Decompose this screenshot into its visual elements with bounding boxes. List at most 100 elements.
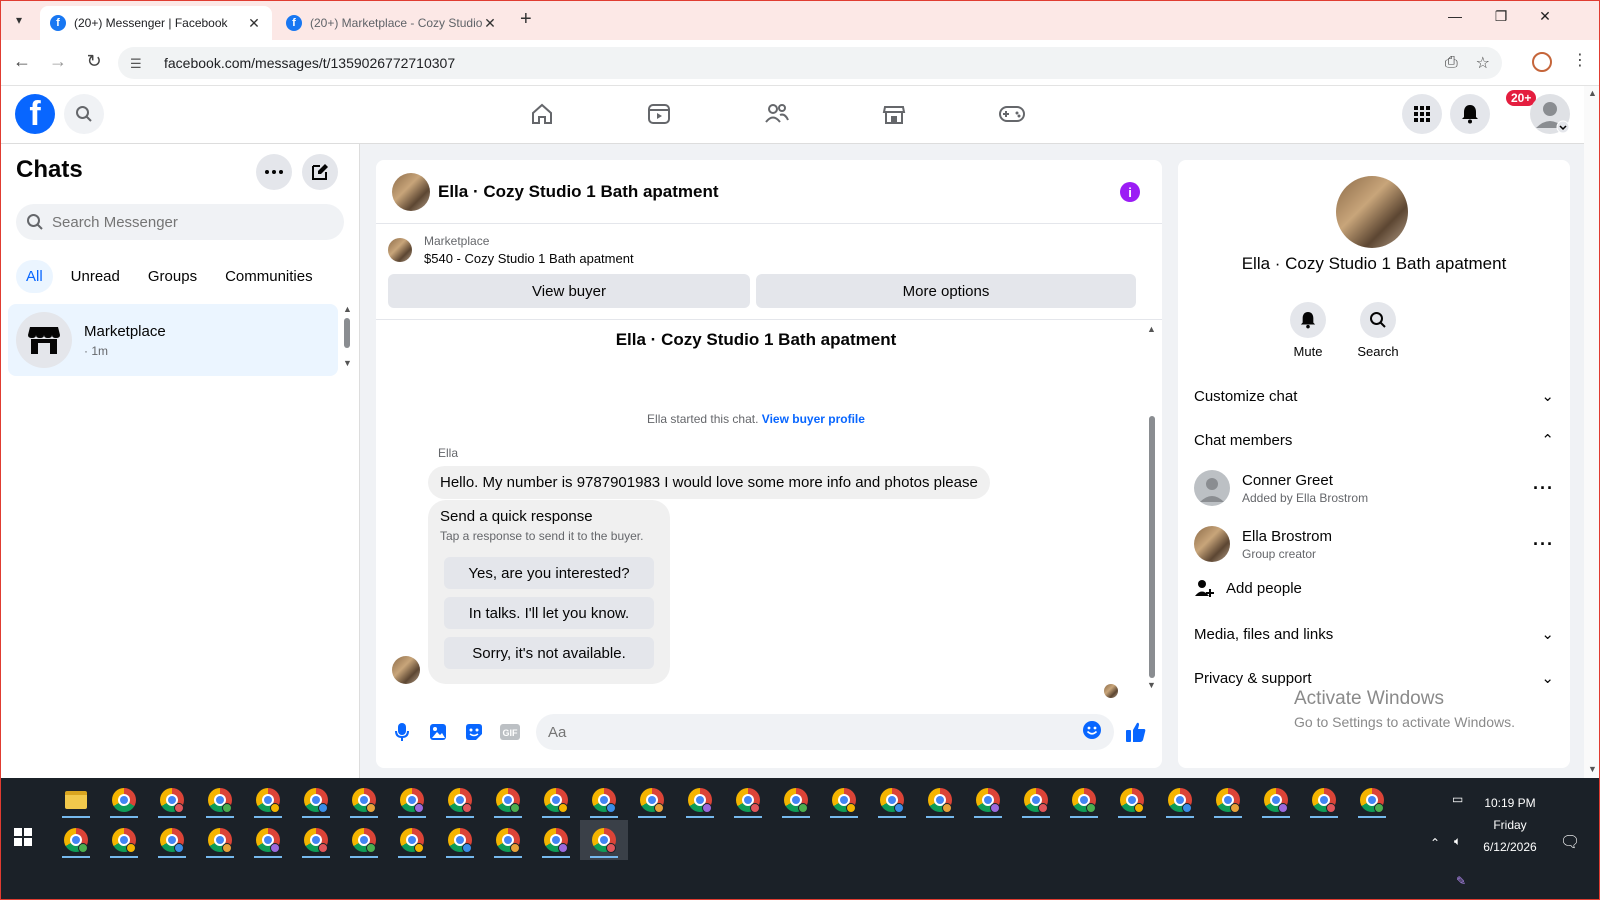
sticker-icon[interactable]: [460, 718, 488, 746]
chrome-profile-icon[interactable]: [436, 820, 484, 860]
reload-icon[interactable]: ↻: [82, 51, 106, 72]
chrome-profile-icon[interactable]: [1204, 780, 1252, 820]
details-avatar[interactable]: [1336, 176, 1408, 248]
chrome-profile-icon[interactable]: [724, 780, 772, 820]
filter-communities[interactable]: Communities: [215, 260, 323, 293]
chrome-profile-icon[interactable]: [1060, 780, 1108, 820]
scroll-down-icon[interactable]: ▼: [1147, 680, 1156, 690]
chrome-profile-icon[interactable]: [100, 820, 148, 860]
marketplace-icon[interactable]: [878, 98, 910, 130]
more-options-button[interactable]: More options: [756, 274, 1136, 308]
microphone-icon[interactable]: [388, 718, 416, 746]
notifications-bell-icon[interactable]: [1450, 94, 1490, 134]
chrome-profile-icon[interactable]: [628, 780, 676, 820]
chat-title[interactable]: Ella · Cozy Studio 1 Bath apatment: [438, 182, 719, 202]
scroll-up-icon[interactable]: ▲: [343, 304, 352, 314]
media-files-section[interactable]: Media, files and links ⌄: [1194, 616, 1554, 652]
taskbar-clock[interactable]: 10:19 PM Friday 6/12/2026: [1470, 792, 1550, 858]
chrome-profile-icon[interactable]: [148, 780, 196, 820]
chrome-profile-icon[interactable]: [148, 820, 196, 860]
minimize-icon[interactable]: —: [1440, 8, 1470, 24]
chrome-profile-icon[interactable]: [484, 820, 532, 860]
thumbs-up-icon[interactable]: [1122, 718, 1150, 746]
url-text[interactable]: facebook.com/messages/t/1359026772710307: [164, 55, 1427, 71]
conversation-info-icon[interactable]: i: [1120, 182, 1140, 202]
chrome-profile-icon[interactable]: [52, 820, 100, 860]
site-settings-icon[interactable]: ☰: [130, 56, 146, 71]
new-message-button[interactable]: [302, 154, 338, 190]
member-options-icon[interactable]: ···: [1533, 478, 1554, 499]
chrome-profile-icon[interactable]: [484, 780, 532, 820]
chrome-profile-icon[interactable]: [580, 820, 628, 860]
view-buyer-button[interactable]: View buyer: [388, 274, 750, 308]
chrome-profile-icon[interactable]: [436, 780, 484, 820]
search-in-conversation-button[interactable]: Search: [1348, 302, 1408, 359]
filter-unread[interactable]: Unread: [61, 260, 130, 293]
restore-icon[interactable]: ❐: [1486, 8, 1516, 25]
page-scrollbar[interactable]: ▲ ▼: [1584, 86, 1600, 778]
chevron-up-tray-icon[interactable]: ⌃: [1430, 836, 1440, 850]
chrome-profile-icon[interactable]: [196, 820, 244, 860]
filter-all[interactable]: All: [16, 260, 53, 293]
chrome-profile-icon[interactable]: [388, 780, 436, 820]
chat-members-section[interactable]: Chat members ⌃: [1194, 422, 1554, 458]
chrome-profile-icon[interactable]: [244, 780, 292, 820]
search-messenger-input[interactable]: [52, 213, 322, 231]
emoji-icon[interactable]: [1082, 720, 1102, 745]
omnibox[interactable]: ☰ facebook.com/messages/t/13590267727103…: [118, 47, 1502, 79]
install-app-icon[interactable]: ⎙: [1445, 54, 1458, 72]
chrome-profile-icon[interactable]: [868, 780, 916, 820]
add-people-button[interactable]: Add people: [1194, 578, 1302, 598]
sender-avatar[interactable]: [392, 656, 420, 684]
customize-chat-section[interactable]: Customize chat ⌄: [1194, 378, 1554, 414]
quick-response-not-available[interactable]: Sorry, it's not available.: [444, 637, 654, 669]
friends-icon[interactable]: [761, 98, 793, 130]
chrome-profile-icon[interactable]: [196, 780, 244, 820]
menu-grid-icon[interactable]: [1402, 94, 1442, 134]
filter-groups[interactable]: Groups: [138, 260, 207, 293]
chrome-profile-icon[interactable]: [1300, 780, 1348, 820]
chrome-profile-icon[interactable]: [340, 820, 388, 860]
chrome-profile-icon[interactable]: [1156, 780, 1204, 820]
search-messenger[interactable]: [16, 204, 344, 240]
windows-start-icon[interactable]: [14, 828, 32, 851]
listing-thumbnail[interactable]: [388, 238, 412, 262]
message-input[interactable]: [548, 723, 1082, 741]
chrome-profile-icon[interactable]: [244, 820, 292, 860]
chat-avatar[interactable]: [392, 172, 430, 211]
home-icon[interactable]: [526, 98, 558, 130]
chrome-profile-icon[interactable]: [772, 780, 820, 820]
chrome-profile-icon[interactable]: [292, 820, 340, 860]
facebook-search-icon[interactable]: [64, 94, 104, 134]
scroll-down-icon[interactable]: ▼: [343, 358, 352, 368]
new-tab-icon[interactable]: +: [520, 8, 532, 31]
close-tab-icon[interactable]: ✕: [482, 15, 498, 32]
file-explorer-icon[interactable]: [52, 780, 100, 820]
notification-center-tray-icon[interactable]: ▭: [1452, 792, 1463, 806]
chrome-profile-icon[interactable]: [676, 780, 724, 820]
quick-response-interested[interactable]: Yes, are you interested?: [444, 557, 654, 589]
chrome-profile-icon[interactable]: [916, 780, 964, 820]
sidebar-scrollbar[interactable]: ▲ ▼: [342, 304, 352, 368]
volume-icon[interactable]: 🔈︎: [1454, 834, 1461, 849]
profile-icon[interactable]: [1532, 52, 1552, 72]
chrome-profile-icon[interactable]: [532, 780, 580, 820]
tab-messenger[interactable]: f (20+) Messenger | Facebook ✕: [40, 6, 272, 40]
scroll-up-icon[interactable]: ▲: [1147, 324, 1156, 334]
chrome-profile-icon[interactable]: [388, 820, 436, 860]
view-buyer-profile-link[interactable]: View buyer profile: [762, 412, 865, 426]
message-input-box[interactable]: [536, 714, 1114, 750]
conversation-marketplace[interactable]: Marketplace · 1m: [8, 304, 338, 376]
bookmark-star-icon[interactable]: ☆: [1476, 53, 1490, 73]
member-options-icon[interactable]: ···: [1533, 534, 1554, 555]
message-bubble[interactable]: Hello. My number is 9787901983 I would l…: [428, 466, 990, 499]
gaming-icon[interactable]: [996, 98, 1028, 130]
listing-price-title[interactable]: $540 - Cozy Studio 1 Bath apatment: [424, 251, 634, 266]
chrome-profile-icon[interactable]: [580, 780, 628, 820]
chrome-profile-icon[interactable]: [100, 780, 148, 820]
chrome-profile-icon[interactable]: [292, 780, 340, 820]
browser-menu-icon[interactable]: ⋮: [1572, 50, 1588, 70]
chrome-profile-icon[interactable]: [1252, 780, 1300, 820]
close-window-icon[interactable]: ✕: [1530, 8, 1560, 25]
chrome-profile-icon[interactable]: [820, 780, 868, 820]
